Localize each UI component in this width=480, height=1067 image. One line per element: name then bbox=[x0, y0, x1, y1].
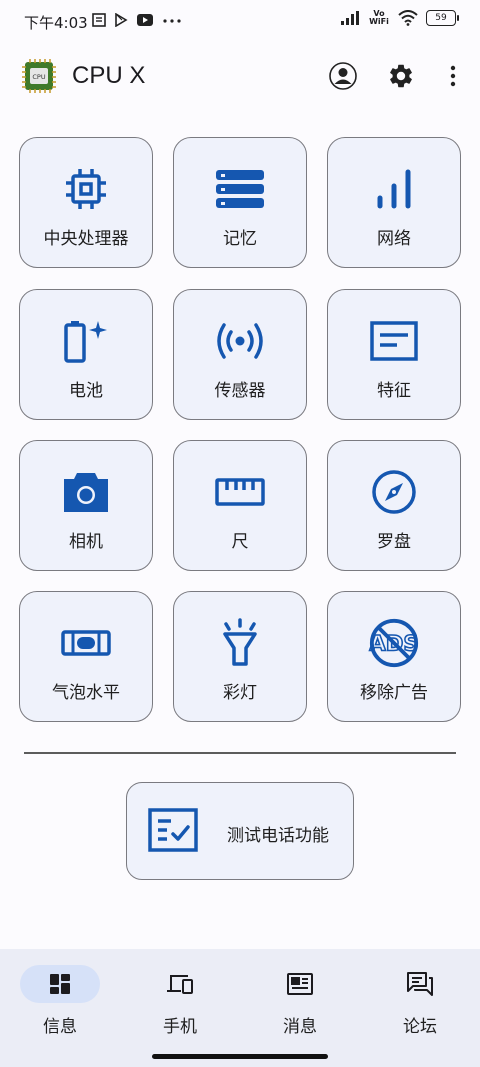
tile-camera[interactable]: 相机 bbox=[19, 440, 153, 571]
tile-compass[interactable]: 罗盘 bbox=[327, 440, 461, 571]
app-title: CPU X bbox=[72, 62, 146, 89]
cpu-chip-icon bbox=[60, 164, 112, 214]
tile-battery[interactable]: 电池 bbox=[19, 289, 153, 420]
notification-icons bbox=[92, 13, 182, 27]
tile-label: 中央处理器 bbox=[43, 229, 129, 249]
wifi-icon bbox=[398, 10, 418, 26]
tile-label: 特征 bbox=[377, 381, 411, 401]
tile-cpu[interactable]: 中央处理器 bbox=[19, 137, 153, 268]
compass-icon bbox=[368, 467, 420, 517]
app-logo-icon: CPU bbox=[22, 59, 56, 93]
nav-news[interactable]: 消息 bbox=[240, 965, 360, 1045]
youtube-notification-icon bbox=[137, 14, 153, 26]
nav-forum[interactable]: 论坛 bbox=[360, 965, 480, 1045]
tile-label: 罗盘 bbox=[377, 532, 411, 552]
flashlight-icon bbox=[214, 618, 266, 668]
tile-label: 相机 bbox=[69, 532, 103, 552]
no-ads-icon: ADS bbox=[368, 618, 420, 668]
app-bar: CPU CPU X bbox=[0, 52, 480, 100]
dashboard-icon bbox=[50, 974, 70, 994]
play-store-notification-icon bbox=[115, 13, 128, 27]
feature-card-icon bbox=[368, 316, 420, 366]
section-divider bbox=[24, 752, 456, 754]
checklist-icon bbox=[148, 808, 198, 852]
home-gesture-bar[interactable] bbox=[152, 1054, 328, 1059]
settings-button[interactable] bbox=[385, 60, 417, 92]
tile-label: 传感器 bbox=[214, 381, 266, 401]
svg-text:CPU: CPU bbox=[32, 73, 45, 81]
bubble-level-icon bbox=[60, 618, 112, 668]
account-button[interactable] bbox=[327, 60, 359, 92]
tile-network[interactable]: 网络 bbox=[327, 137, 461, 268]
tile-label: 移除广告 bbox=[360, 683, 428, 703]
camera-icon bbox=[60, 467, 112, 517]
tile-flashlight[interactable]: 彩灯 bbox=[173, 591, 307, 722]
tile-memory[interactable]: 记忆 bbox=[173, 137, 307, 268]
overflow-menu-button[interactable] bbox=[437, 60, 469, 92]
test-phone-label: 测试电话功能 bbox=[227, 826, 329, 846]
tile-label: 网络 bbox=[377, 229, 411, 249]
tile-label: 彩灯 bbox=[223, 683, 257, 703]
battery-indicator: 59 bbox=[426, 10, 459, 26]
system-icons: Vo WiFi 59 bbox=[340, 9, 459, 26]
account-icon bbox=[329, 62, 357, 90]
signal-bars-icon bbox=[368, 164, 420, 214]
nav-info[interactable]: 信息 bbox=[0, 965, 120, 1045]
nav-label: 信息 bbox=[43, 1017, 77, 1037]
tile-features[interactable]: 特征 bbox=[327, 289, 461, 420]
devices-icon bbox=[167, 975, 193, 994]
nav-label: 手机 bbox=[163, 1017, 197, 1037]
sensor-waves-icon bbox=[214, 316, 266, 366]
bottom-navigation: 信息 手机 消息 论坛 bbox=[0, 949, 480, 1067]
status-time: 下午4:03 bbox=[24, 14, 88, 32]
tile-label: 电池 bbox=[69, 381, 103, 401]
battery-icon bbox=[60, 316, 112, 366]
tile-remove-ads[interactable]: ADS 移除广告 bbox=[327, 591, 461, 722]
more-vert-icon bbox=[450, 65, 456, 87]
tile-label: 气泡水平 bbox=[52, 683, 120, 703]
tile-sensors[interactable]: 传感器 bbox=[173, 289, 307, 420]
memory-stack-icon bbox=[214, 164, 266, 214]
gear-icon bbox=[390, 64, 412, 88]
nav-active-indicator bbox=[20, 965, 100, 1003]
forum-icon bbox=[407, 972, 433, 996]
status-bar: 下午4:03 Vo WiFi 59 bbox=[0, 0, 480, 44]
nav-label: 论坛 bbox=[403, 1017, 437, 1037]
ruler-icon bbox=[214, 467, 266, 517]
tile-bubble-level[interactable]: 气泡水平 bbox=[19, 591, 153, 722]
cell-signal-icon bbox=[341, 11, 359, 25]
tile-label: 记忆 bbox=[223, 229, 257, 249]
test-phone-button[interactable]: 测试电话功能 bbox=[126, 782, 354, 880]
nav-phone[interactable]: 手机 bbox=[120, 965, 240, 1045]
nav-label: 消息 bbox=[283, 1017, 317, 1037]
notes-notification-icon bbox=[92, 13, 106, 27]
newspaper-icon bbox=[287, 973, 313, 995]
more-notifications-icon bbox=[163, 19, 181, 23]
vowifi-label: Vo WiFi bbox=[369, 9, 389, 26]
tile-ruler[interactable]: 尺 bbox=[173, 440, 307, 571]
tile-label: 尺 bbox=[231, 532, 249, 552]
